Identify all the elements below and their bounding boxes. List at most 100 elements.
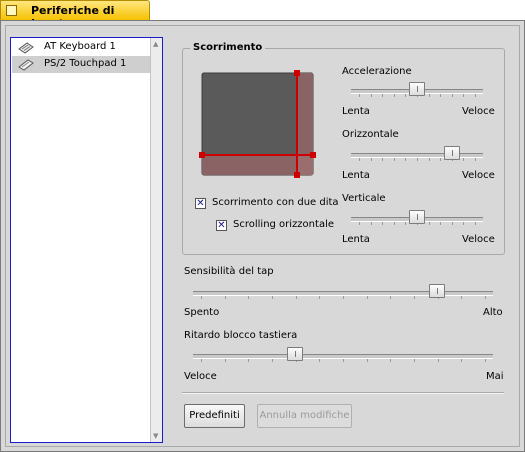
slider-tick [414, 359, 415, 362]
slider-tick [382, 222, 383, 225]
slider-tick [475, 222, 476, 225]
tap-sensitivity-min-label: Spento [184, 307, 220, 318]
slider-tick [429, 158, 430, 161]
slider-tick [359, 94, 360, 97]
window-tab[interactable]: Periferiche di Input [0, 0, 150, 30]
slider-tick [371, 222, 372, 225]
scroll-down-arrow-icon[interactable]: ▼ [153, 432, 158, 440]
slider-tick [485, 296, 486, 299]
slider-tick [475, 94, 476, 97]
horizontal-speed-label: Orizzontale [342, 129, 399, 140]
revert-changes-button[interactable]: Annulla modifiche [257, 404, 352, 428]
slider-tick [343, 296, 344, 299]
slider-tick [367, 296, 368, 299]
slider-tick [319, 296, 320, 299]
keyboard-lock-delay-min-label: Veloce [184, 371, 217, 382]
acceleration-max-label: Veloce [462, 106, 495, 117]
device-item-keyboard[interactable]: AT Keyboard 1 [12, 39, 150, 56]
scrolling-group-title: Scorrimento [190, 42, 266, 53]
tap-sensitivity-max-label: Alto [483, 307, 503, 318]
slider-tick [414, 296, 415, 299]
slider-tick [371, 158, 372, 161]
acceleration-min-label: Lenta [342, 106, 370, 117]
slider-tick [394, 158, 395, 161]
slider-tick [382, 158, 383, 161]
touchpad-icon [18, 59, 34, 71]
tap-sensitivity-slider[interactable] [193, 284, 493, 300]
separator [182, 392, 504, 394]
slider-tick [440, 222, 441, 225]
vertical-line-top-handle[interactable] [294, 70, 300, 76]
device-list[interactable]: AT Keyboard 1 PS/2 Touchpad 1 ▲ ▼ [10, 37, 163, 443]
device-list-scrollbar[interactable]: ▲ ▼ [150, 38, 162, 442]
slider-tick [475, 158, 476, 161]
slider-tick [390, 296, 391, 299]
horizontal-scrolling-label: Scrolling orizzontale [233, 219, 334, 230]
slider-tick [371, 94, 372, 97]
acceleration-label: Accelerazione [342, 66, 412, 77]
vertical-speed-min-label: Lenta [342, 234, 370, 245]
slider-tick [248, 296, 249, 299]
slider-tick [201, 359, 202, 362]
slider-tick [429, 222, 430, 225]
touchpad-preview[interactable] [199, 70, 319, 178]
slider-tick [319, 359, 320, 362]
slider-tick [359, 158, 360, 161]
horizontal-scrolling-checkbox[interactable]: ✕ [216, 220, 227, 231]
slider-tick [382, 94, 383, 97]
slider-tick [440, 94, 441, 97]
keyboard-lock-delay-label: Ritardo blocco tastiera [184, 330, 298, 341]
slider-tick [429, 94, 430, 97]
horizontal-line-right-handle[interactable] [310, 152, 316, 158]
acceleration-slider[interactable] [351, 82, 483, 98]
slider-tick [463, 158, 464, 161]
slider-tick [438, 359, 439, 362]
device-label: AT Keyboard 1 [44, 41, 116, 52]
device-item-touchpad[interactable]: PS/2 Touchpad 1 [12, 56, 150, 73]
slider-thumb[interactable] [429, 284, 445, 298]
defaults-button[interactable]: Predefiniti [184, 404, 245, 428]
slider-tick [440, 158, 441, 161]
slider-tick [367, 359, 368, 362]
two-finger-scrolling-label: Scorrimento con due dita [212, 197, 339, 208]
vertical-speed-label: Verticale [342, 193, 386, 204]
vertical-speed-slider[interactable] [351, 210, 483, 226]
slider-tick [463, 94, 464, 97]
keyboard-lock-delay-slider[interactable] [193, 347, 493, 363]
horizontal-speed-slider[interactable] [351, 146, 483, 162]
two-finger-scrolling-checkbox[interactable]: ✕ [195, 198, 206, 209]
vertical-line-bottom-handle[interactable] [294, 172, 300, 178]
tap-sensitivity-label: Sensibilità del tap [184, 266, 274, 277]
slider-tick [461, 296, 462, 299]
slider-thumb[interactable] [409, 82, 425, 96]
slider-tick [394, 94, 395, 97]
slider-tick [394, 222, 395, 225]
horizontal-speed-min-label: Lenta [342, 170, 370, 181]
slider-tick [343, 359, 344, 362]
slider-tick [390, 359, 391, 362]
device-label: PS/2 Touchpad 1 [44, 58, 127, 69]
keyboard-icon [18, 42, 34, 54]
slider-tick [405, 222, 406, 225]
slider-tick [225, 296, 226, 299]
slider-tick [452, 222, 453, 225]
horizontal-line-left-handle[interactable] [199, 152, 205, 158]
scroll-up-arrow-icon[interactable]: ▲ [153, 40, 158, 48]
slider-tick [417, 158, 418, 161]
keyboard-lock-delay-max-label: Mai [486, 371, 504, 382]
slider-tick [359, 222, 360, 225]
slider-tick [461, 359, 462, 362]
window-zoom-button[interactable] [6, 5, 17, 16]
slider-tick [405, 94, 406, 97]
horizontal-speed-max-label: Veloce [462, 170, 495, 181]
slider-tick [225, 359, 226, 362]
slider-tick [463, 222, 464, 225]
slider-tick [248, 359, 249, 362]
slider-thumb[interactable] [409, 210, 425, 224]
slider-thumb[interactable] [287, 347, 303, 361]
slider-thumb[interactable] [444, 146, 460, 160]
slider-tick [485, 359, 486, 362]
slider-tick [452, 94, 453, 97]
slider-tick [201, 296, 202, 299]
slider-tick [272, 296, 273, 299]
